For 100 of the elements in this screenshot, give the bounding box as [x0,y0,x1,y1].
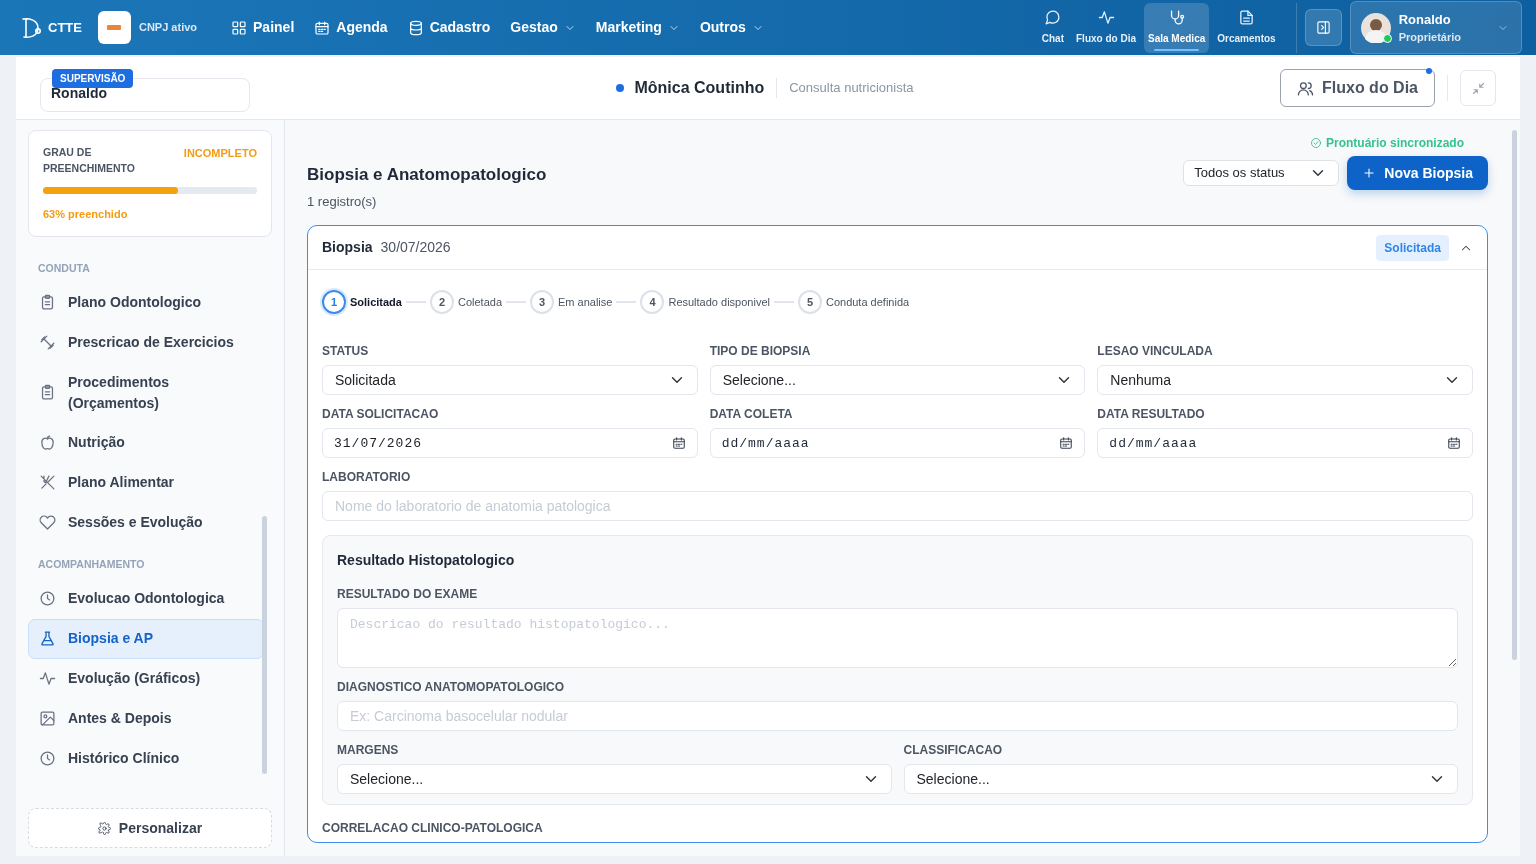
text-field[interactable]: Ex: Carcinoma basocelular nodular [337,701,1458,731]
image-icon [39,710,56,727]
record-header[interactable]: Biopsia 30/07/2026 Solicitada [308,226,1487,270]
text-area[interactable]: Descricao do resultado histopatologico... [337,608,1458,668]
section-heading: ACOMPANHAMENTO [37,556,146,572]
sidebar-item[interactable]: Antes & Depois [28,698,264,739]
database-icon [407,19,424,36]
completion-status: INCOMPLETO [183,146,257,161]
sidebar-item[interactable]: Procedimentos (Orçamentos) [28,362,264,423]
sidebar-item[interactable]: Sessões e Evolução [28,502,264,543]
select-field[interactable]: Selecione... [903,764,1458,794]
select-field[interactable]: Nenhuma [1097,365,1473,395]
user-name: Ronaldo [1398,12,1452,26]
select-field[interactable]: Solicitada [322,365,698,395]
check-circle-icon [1310,137,1322,149]
document-icon [1237,9,1255,26]
toolbar-link[interactable]: Chat [1037,2,1068,53]
record-count: 1 registro(s) [307,192,378,211]
apple-icon [39,434,56,452]
field-label: CORRELACAO CLINICO-PATOLOGICA [322,820,544,837]
clipboard-icon [39,384,56,402]
field-label: STATUS [322,343,370,360]
field-label: LESAO VINCULADA [1097,343,1214,360]
field-label: DATA SOLICITACAO [322,406,440,423]
logo-icon [20,16,44,39]
calendar-icon [1059,436,1074,450]
user-menu[interactable]: Ronaldo Proprietário [1349,1,1522,54]
users-icon [1297,79,1314,97]
sidebar-item[interactable]: Plano Alimentar [28,462,264,503]
panel-icon [1315,20,1331,35]
completion-reading: 63% preenchido [43,206,129,222]
nav-link[interactable]: Cadastro [397,17,501,38]
nav-link[interactable]: Marketing [585,17,690,38]
step-label: Em analise [558,294,613,310]
flow-button[interactable]: Fluxo do Dia [1280,69,1435,107]
status-badge: Solicitada [1376,234,1449,261]
utensils-icon [39,474,56,492]
gear-icon [97,821,111,835]
sidebar-toggle-button[interactable] [1304,9,1342,46]
avatar [1360,12,1391,43]
step-label: Coletada [457,294,502,310]
field-label: DATA COLETA [709,406,794,423]
nav-link[interactable]: Agenda [304,17,398,38]
text-field[interactable]: Nome do laboratorio de anatomia patologica [322,491,1473,521]
sync-status: Prontuário sincronizado [1310,134,1464,152]
nav-link[interactable]: Outros [689,17,774,38]
calendar-icon [314,19,331,36]
status-dot [616,84,625,92]
step-label: Conduta definida [825,294,910,310]
field-label: TIPO DE BIOPSIA [709,343,812,360]
patient-name: Mônica Coutinho [634,78,765,98]
toolbar-link[interactable]: Sala Medica [1144,2,1210,53]
field-label: DIAGNOSTICO ANATOMOPATOLOGICO [337,679,566,696]
sidebar-item[interactable]: Histórico Clínico [28,738,264,779]
date-field[interactable]: dd/mm/aaaa [709,428,1086,458]
toolbar-link[interactable]: Fluxo do Dia [1072,2,1140,53]
stethoscope-icon [1168,9,1186,26]
record-date: 30/07/2026 [380,238,451,257]
supervisor-name: Ronaldo [51,85,107,101]
sidebar-item[interactable]: Biopsia e AP [28,618,264,659]
pulse-icon [1097,9,1115,26]
field-label: DATA RESULTADO [1097,406,1206,423]
field-label: LABORATORIO [322,469,412,486]
date-field[interactable]: 31/07/2026 [322,428,698,458]
grid-icon [231,19,248,36]
clock-icon [39,750,56,767]
user-role: Proprietário [1398,31,1461,43]
toolbar-link[interactable]: Orcamentos [1213,2,1280,53]
supervision-badge: SUPERVISÃO [52,69,134,88]
nav-link[interactable]: Painel [221,17,305,38]
consultation-type: Consulta nutricionista [776,78,914,98]
step-number: 5 [797,290,822,314]
field-label: RESULTADO DO EXAME [337,586,479,603]
heart-icon [39,514,56,532]
sidebar-item[interactable]: Plano Odontologico [28,282,264,323]
completion-title: GRAU DE PREENCHIMENTO [43,145,136,176]
sidebar-item[interactable]: Prescricao de Exercicios [28,322,264,363]
nav-link[interactable]: Gestao [500,17,586,38]
collapse-icon [1470,80,1486,96]
logo-text: CTTE [48,18,82,37]
sidebar-item[interactable]: Evolucao Odontologica [28,578,264,619]
company-logo [97,11,131,44]
chat-icon [1044,9,1062,26]
select-field[interactable]: Selecione... [337,764,892,794]
page-title: Biopsia e Anatomopatologico [307,164,547,186]
section-title: Resultado Histopatologico [337,551,516,570]
field-label: MARGENS [337,742,400,759]
sidebar-item[interactable]: Nutrição [28,422,264,463]
flask-icon [39,630,56,647]
select-field[interactable]: Selecione... [709,365,1086,395]
date-field[interactable]: dd/mm/aaaa [1097,428,1473,458]
customize-button[interactable]: Personalizar [28,808,272,848]
section-heading: CONDUTA [37,261,91,276]
step-number: 4 [640,290,665,314]
clipboard-icon [39,294,56,312]
calendar-icon [1447,436,1461,450]
sidebar-item[interactable]: Evolução (Gráficos) [28,658,264,699]
new-biopsy-button[interactable]: Nova Biopsia [1347,156,1488,190]
status-filter[interactable]: Todos os status [1183,160,1340,186]
pulse-icon [39,670,56,687]
